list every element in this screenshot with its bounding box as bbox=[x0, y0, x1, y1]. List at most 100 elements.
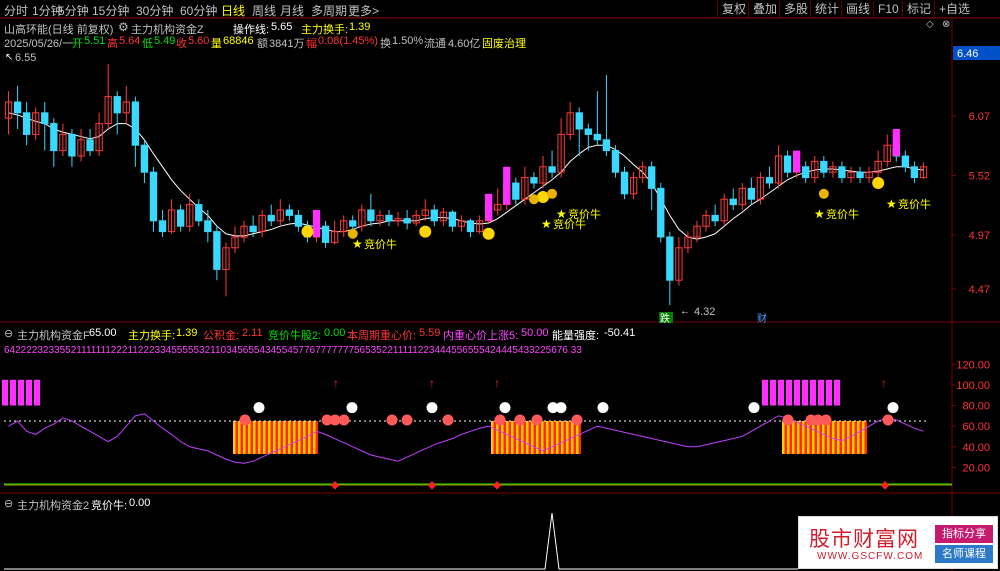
signal-ball bbox=[748, 402, 760, 414]
y-tick-label: 6.07 bbox=[969, 111, 990, 123]
stripe-red bbox=[265, 421, 268, 454]
stripe-yellow bbox=[792, 421, 795, 454]
candle-down bbox=[783, 155, 792, 173]
stripe-yellow bbox=[516, 421, 519, 454]
signal-ball bbox=[597, 402, 609, 414]
annotation-label: 竞价牛 bbox=[826, 207, 859, 221]
signal-ball bbox=[426, 402, 438, 414]
stripe-yellow bbox=[233, 421, 236, 454]
candle-down bbox=[611, 150, 620, 173]
candle-down bbox=[204, 220, 212, 233]
stripe-red bbox=[834, 421, 837, 454]
stripe-yellow bbox=[238, 421, 241, 454]
candle-down bbox=[13, 101, 22, 114]
stripe-yellow bbox=[313, 421, 316, 454]
candle-down bbox=[113, 96, 121, 114]
stripe-red bbox=[859, 421, 862, 454]
stripe-red bbox=[573, 421, 576, 454]
stripe-yellow bbox=[556, 421, 559, 454]
stripe-yellow bbox=[491, 421, 494, 454]
stripe-red bbox=[784, 421, 787, 454]
money-bag-icon bbox=[547, 188, 558, 199]
candle-down bbox=[448, 211, 457, 227]
stripe-yellow bbox=[273, 421, 276, 454]
stripe-red bbox=[503, 421, 506, 454]
stripe-red bbox=[578, 421, 581, 454]
signal-ball bbox=[882, 414, 894, 426]
magenta-bar bbox=[826, 379, 832, 406]
candle-down bbox=[548, 166, 556, 173]
highlight-candle bbox=[892, 129, 900, 156]
signal-ball bbox=[555, 402, 567, 414]
diamond-icon[interactable]: ◇ bbox=[926, 19, 934, 30]
p2-tick-label: 60.00 bbox=[962, 421, 990, 433]
candle-down bbox=[285, 209, 294, 216]
buy-arrow: ↑ bbox=[333, 376, 339, 390]
smiley-icon bbox=[872, 177, 885, 189]
stripe-red bbox=[310, 421, 313, 454]
stripe-yellow bbox=[787, 421, 790, 454]
digit-row: 6422223233552111111122211222334555553211… bbox=[4, 345, 582, 356]
stripe-yellow bbox=[842, 421, 845, 454]
magenta-bar bbox=[786, 379, 792, 406]
stripe-red bbox=[290, 421, 293, 454]
stripe-red bbox=[819, 421, 822, 454]
stripe-yellow bbox=[298, 421, 301, 454]
stripe-red bbox=[553, 421, 556, 454]
stripe-red bbox=[270, 421, 273, 454]
candle-down bbox=[349, 220, 357, 227]
signal-ball bbox=[514, 414, 526, 426]
candle-down bbox=[294, 214, 303, 227]
signal-ball bbox=[239, 414, 251, 426]
y-tick-label: 5.52 bbox=[969, 170, 990, 182]
candle-down bbox=[901, 155, 910, 168]
candle-down bbox=[321, 225, 330, 243]
candle-down bbox=[729, 198, 737, 206]
stripe-yellow bbox=[506, 421, 509, 454]
signal-ball bbox=[386, 414, 398, 426]
candle-down bbox=[593, 133, 602, 141]
candle-down bbox=[584, 128, 592, 135]
stripe-red bbox=[498, 421, 501, 454]
kline-chart[interactable]: 6.075.524.974.476.46↖ 6.55← 4.32★ 竞价牛★ 竞价牛★ 竞… bbox=[0, 0, 1000, 571]
magenta-bar bbox=[18, 379, 24, 406]
close-panel-icon[interactable]: ⊗ bbox=[942, 19, 950, 30]
stripe-yellow bbox=[293, 421, 296, 454]
smiley-icon bbox=[419, 225, 432, 238]
annotation-label: 竞价牛 bbox=[898, 197, 931, 211]
stripe-yellow bbox=[857, 421, 860, 454]
candle-down bbox=[802, 166, 810, 179]
diamond-marker bbox=[330, 481, 340, 490]
stripe-red bbox=[508, 421, 511, 454]
stripe-yellow bbox=[526, 421, 529, 454]
annotation-label: 竞价牛 bbox=[568, 207, 601, 221]
stripe-red bbox=[864, 421, 867, 454]
magenta-bar bbox=[10, 379, 16, 406]
candle-down bbox=[213, 231, 221, 270]
y-tick-label: 4.97 bbox=[969, 230, 990, 242]
magenta-bar bbox=[34, 379, 40, 406]
candle-down bbox=[41, 112, 49, 125]
stripe-red bbox=[839, 421, 842, 454]
highlight-candle bbox=[485, 193, 493, 221]
star-icon: ★ bbox=[886, 197, 897, 211]
magenta-bar bbox=[834, 379, 840, 406]
stripe-red bbox=[300, 421, 303, 454]
stripe-yellow bbox=[541, 421, 544, 454]
stripe-yellow bbox=[283, 421, 286, 454]
signal-ball bbox=[782, 414, 794, 426]
stripe-red bbox=[528, 421, 531, 454]
buy-arrow: ↑ bbox=[429, 376, 435, 390]
stripe-red bbox=[315, 421, 318, 454]
badge-cai: 财 bbox=[757, 312, 767, 325]
stripe-yellow bbox=[807, 421, 810, 454]
stripe-yellow bbox=[566, 421, 569, 454]
stripe-red bbox=[295, 421, 298, 454]
star-icon: ★ bbox=[352, 237, 363, 251]
stripe-red bbox=[285, 421, 288, 454]
stripe-red bbox=[794, 421, 797, 454]
magenta-bar bbox=[794, 379, 800, 406]
candle-down bbox=[267, 214, 275, 222]
stripe-red bbox=[275, 421, 278, 454]
p2-tick-label: 20.00 bbox=[962, 462, 990, 474]
